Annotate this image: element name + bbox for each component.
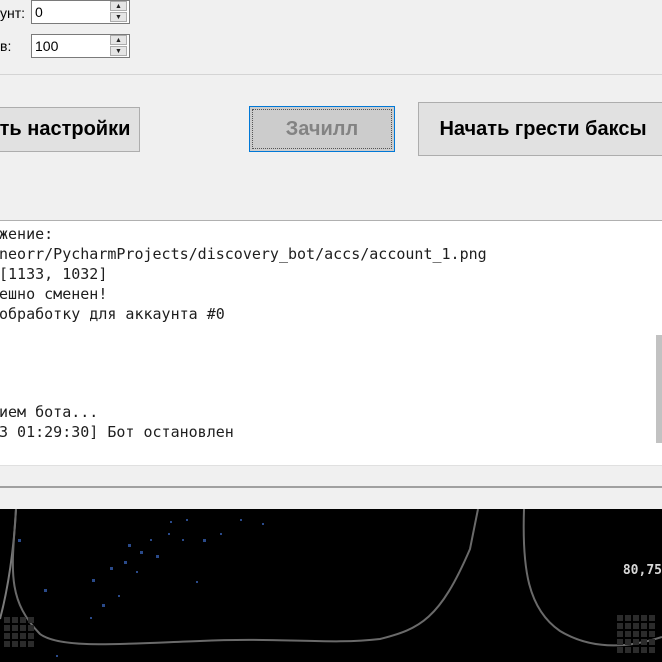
fps-readout: 80,75: [622, 563, 662, 578]
account-number-spinbox[interactable]: 0 ▲ ▼: [31, 0, 130, 24]
tube-outline: [11, 509, 479, 646]
count-label: в:: [0, 38, 12, 54]
settings-divider: [0, 74, 662, 75]
spin-up-icon[interactable]: ▲: [110, 1, 127, 11]
log-line: обработку для аккаунта #0: [0, 305, 225, 323]
spin-down-icon[interactable]: ▼: [110, 46, 127, 56]
particle-dots: [18, 519, 264, 657]
start-button[interactable]: Начать грести баксы: [418, 102, 662, 156]
log-output[interactable]: жение: neorr/PycharmProjects/discovery_b…: [0, 220, 662, 466]
count-value[interactable]: 100: [35, 38, 58, 54]
spin-down-icon[interactable]: ▼: [110, 12, 127, 22]
grid-block: [617, 615, 655, 653]
log-line: 3 01:29:30] Бот остановлен: [0, 423, 234, 441]
log-line: ешно сменен!: [0, 285, 108, 303]
spin-up-icon[interactable]: ▲: [110, 35, 127, 45]
panel-divider: [0, 486, 662, 488]
log-scrollbar-thumb[interactable]: [656, 335, 662, 443]
save-settings-button[interactable]: ть настройки: [0, 107, 140, 152]
log-line: [1133, 1032]: [0, 265, 108, 283]
grid-block: [4, 617, 34, 647]
account-label: унт:: [0, 5, 26, 21]
log-line: жение:: [0, 225, 54, 243]
log-line: neorr/PycharmProjects/discovery_bot/accs…: [0, 245, 487, 263]
count-spinbox[interactable]: 100 ▲ ▼: [31, 34, 130, 58]
game-scene: [0, 509, 662, 657]
log-line: ием бота...: [0, 403, 99, 421]
chill-button[interactable]: Зачилл: [249, 106, 395, 152]
game-view: 80,75: [0, 509, 662, 662]
account-number-value[interactable]: 0: [35, 4, 43, 20]
